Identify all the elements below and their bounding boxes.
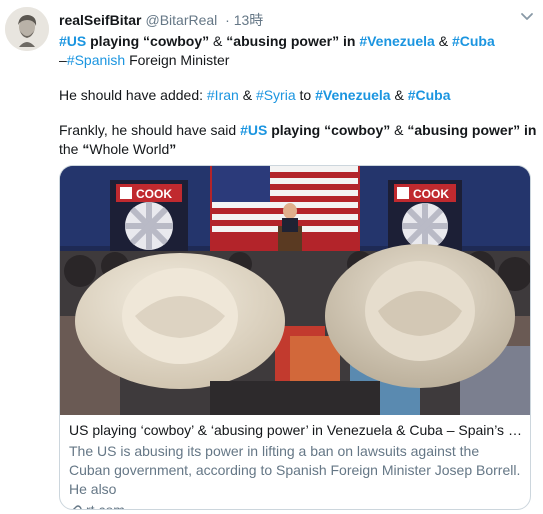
tweet-header: realSeifBitar @BitarReal · 13時 <box>59 12 264 28</box>
hashtag-link[interactable]: #Cuba <box>452 33 495 49</box>
card-image-sign: COOK <box>413 187 449 201</box>
tweet-text-segment: & <box>390 87 408 103</box>
hashtag-link[interactable]: #Iran <box>207 87 239 103</box>
card-text: US playing ‘cowboy’ & ‘abusing power’ in… <box>69 421 524 510</box>
tweet-text-segment: “cowboy” <box>324 122 391 138</box>
hashtag-link[interactable]: #US <box>240 122 267 138</box>
user-handle[interactable]: @BitarReal <box>145 12 217 28</box>
tweet-line: –#Spanish Foreign Minister <box>59 51 529 70</box>
tweet-text-segment: “abusing power” <box>407 122 521 138</box>
tweet-text-segment: playing <box>267 122 325 138</box>
tweet-line: the “Whole World” <box>59 140 529 159</box>
tweet-text-segment: Foreign Minister <box>125 52 230 68</box>
link-icon <box>72 504 82 509</box>
tweet-text-segment: Whole World <box>89 141 170 157</box>
card-image[interactable]: COOK COOK <box>60 166 530 415</box>
tweet-text-segment: & <box>209 33 227 49</box>
tweet-line: Frankly, he should have said #US playing… <box>59 121 537 140</box>
tweet-text-segment: “abusing power” <box>226 33 340 49</box>
card-title[interactable]: US playing ‘cowboy’ & ‘abusing power’ in… <box>69 421 524 440</box>
tweet-text-segment: “cowboy” <box>143 33 210 49</box>
tweet-text-segment: playing <box>86 33 144 49</box>
tweet-text-segment: ” <box>169 141 177 157</box>
tweet-text-segment: in <box>520 122 537 138</box>
card-description: The US is abusing its power in lifting a… <box>69 443 521 497</box>
hashtag-link[interactable]: #Spanish <box>67 52 125 68</box>
tweet-text: #US playing “cowboy” & “abusing power” i… <box>59 32 537 159</box>
hashtag-link[interactable]: #Venezuela <box>315 87 391 103</box>
card-domain-text: rt.com <box>86 502 125 510</box>
avatar[interactable] <box>5 7 49 51</box>
link-card[interactable]: COOK COOK US playing ‘cowboy’ & ‘abusing… <box>59 165 531 510</box>
chevron-down-icon[interactable] <box>519 8 535 24</box>
tweet-text-segment: & <box>390 122 408 138</box>
hashtag-link[interactable]: #Cuba <box>408 87 451 103</box>
tweet-text-segment: Frankly, he should have said <box>59 122 241 138</box>
user-name[interactable]: realSeifBitar <box>59 12 141 28</box>
hashtag-link[interactable]: #US <box>59 33 86 49</box>
tweet-text-segment: to <box>295 87 316 103</box>
hashtag-link[interactable]: #Venezuela <box>359 33 435 49</box>
tweet-text-segment: & <box>238 87 256 103</box>
tweet[interactable]: realSeifBitar @BitarReal · 13時 #US playin… <box>0 0 543 514</box>
card-image-sign: COOK <box>136 187 172 201</box>
tweet-time[interactable]: 13時 <box>234 12 264 28</box>
tweet-text-segment: the <box>59 141 83 157</box>
tweet-text-segment: – <box>59 52 67 68</box>
tweet-line: #US playing “cowboy” & “abusing power” i… <box>59 32 529 51</box>
card-domain[interactable]: rt.com <box>69 501 524 510</box>
tweet-text-segment: & <box>434 33 452 49</box>
tweet-text-segment: He should have added: <box>59 87 207 103</box>
tweet-line: He should have added: #Iran & #Syria to … <box>59 86 529 105</box>
hashtag-link[interactable]: #Syria <box>256 87 296 103</box>
tweet-text-segment: in <box>339 33 360 49</box>
